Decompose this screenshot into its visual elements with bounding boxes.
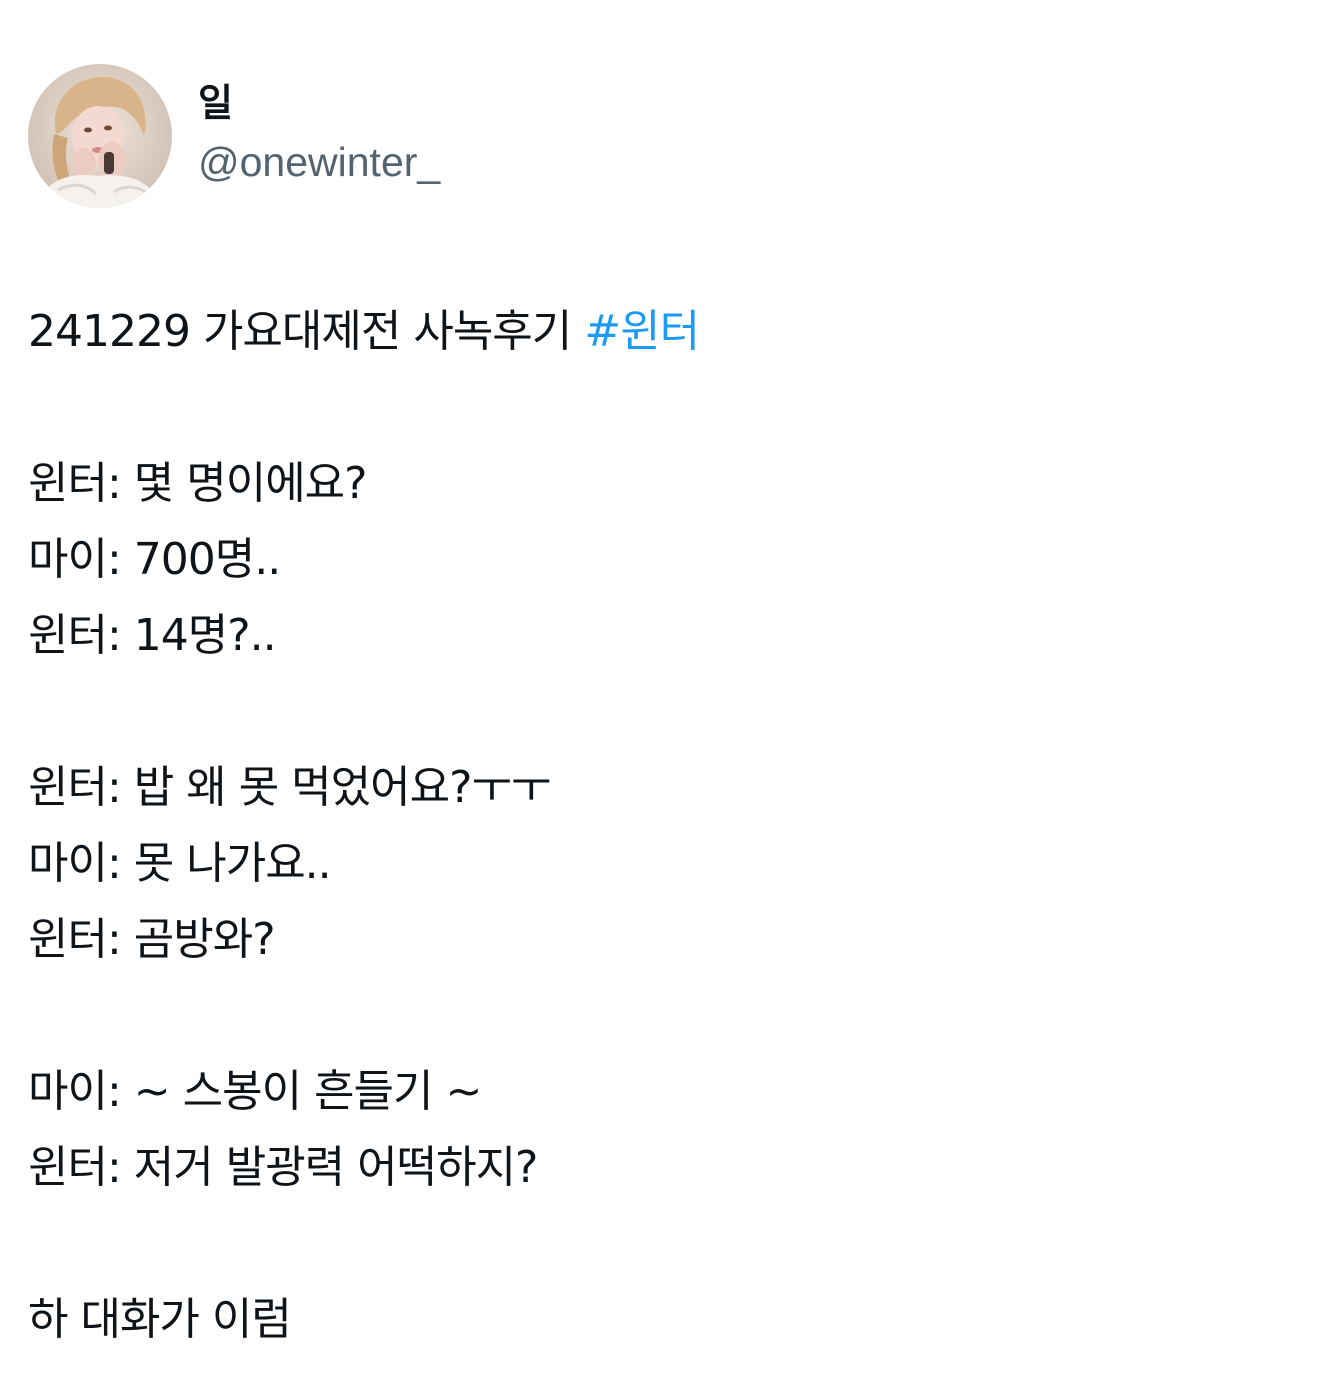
tweet-line xyxy=(28,978,1292,1054)
tweet-title-text: 241229 가요대제전 사녹후기 xyxy=(28,306,585,357)
tweet-line: 윈터: 저거 발광력 어떡하지? xyxy=(28,1142,538,1193)
author-handle[interactable]: @onewinter_ xyxy=(198,138,440,186)
tweet-line: 윈터: 밥 왜 못 먹었어요?ㅜㅜ xyxy=(28,762,551,813)
tweet-title-line: 241229 가요대제전 사녹후기 #윈터 xyxy=(28,294,1292,370)
author-display-name[interactable]: 일 xyxy=(198,80,440,126)
tweet-line: 하 대화가 이럼 xyxy=(28,1294,292,1345)
tweet-line xyxy=(28,1206,1292,1282)
tweet-line: 윈터: 곰방와? xyxy=(28,914,276,965)
tweet-header: 일 @onewinter_ xyxy=(28,64,440,208)
tweet-line: 윈터: 몇 명이에요? xyxy=(28,458,368,509)
tweet-line: 마이: 700명.. xyxy=(28,534,281,585)
tweet-line: 마이: 못 나가요.. xyxy=(28,838,332,889)
hashtag-link[interactable]: #윈터 xyxy=(584,306,700,357)
tweet-line xyxy=(28,674,1292,750)
tweet-line: 마이: ~ 스봉이 흔들기 ~ xyxy=(28,1066,482,1117)
avatar[interactable] xyxy=(28,64,172,208)
profile-photo-icon xyxy=(28,64,172,208)
author-names: 일 @onewinter_ xyxy=(198,64,440,208)
tweet-text: 241229 가요대제전 사녹후기 #윈터 윈터: 몇 명이에요? 마이: 70… xyxy=(28,294,1292,1358)
tweet-line: 윈터: 14명?.. xyxy=(28,610,277,661)
